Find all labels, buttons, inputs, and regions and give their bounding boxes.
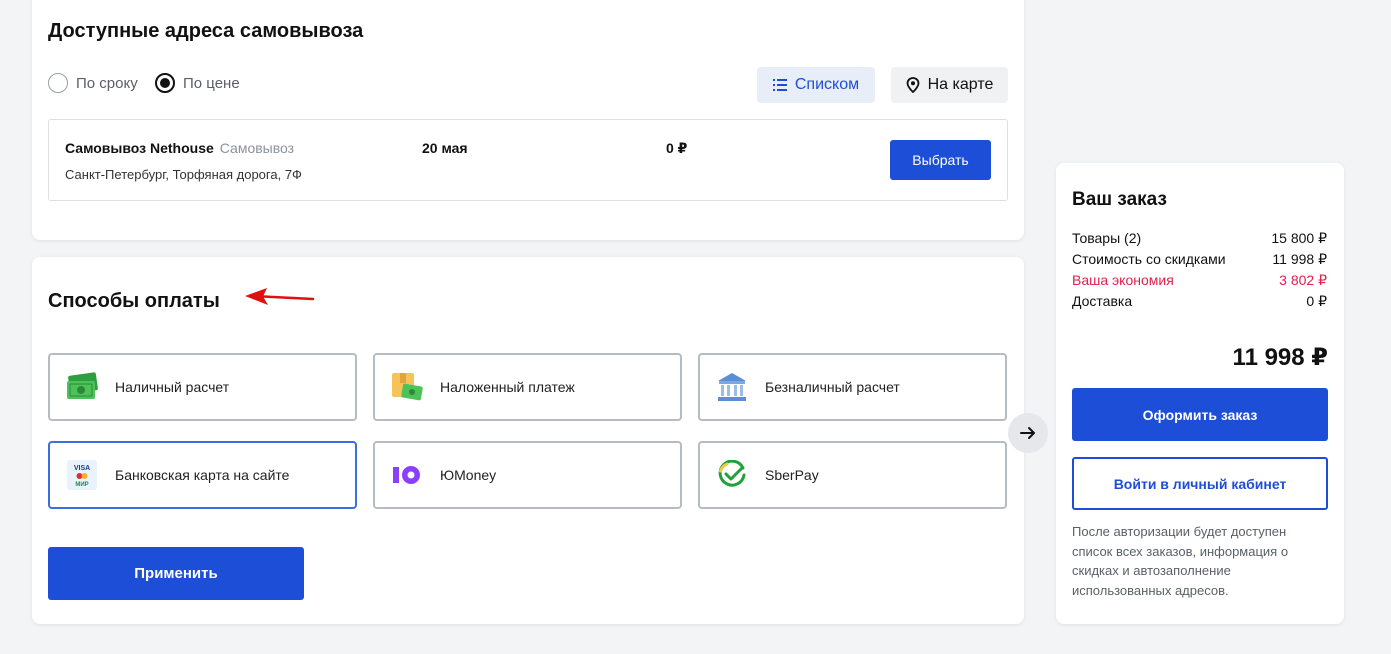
login-note: После авторизации будет доступен список … — [1072, 524, 1289, 598]
bank-icon — [715, 370, 749, 404]
payment-option-label: Безналичный расчет — [765, 379, 900, 395]
summary-value: 0 ₽ — [1306, 293, 1327, 309]
pickup-title: Доступные адреса самовывоза — [48, 20, 364, 42]
payment-option-sberpay[interactable]: SberPay — [698, 441, 1007, 509]
pickup-point-address: Санкт-Петербург, Торфяная дорога, 7Ф — [65, 167, 302, 182]
sort-by-term-label: По сроку — [76, 74, 138, 92]
payment-option-cod[interactable]: Наложенный платеж — [373, 353, 682, 421]
view-list-label: Списком — [794, 76, 860, 93]
radio-circle — [48, 73, 68, 93]
summary-label: Доставка — [1072, 293, 1133, 309]
login-button[interactable]: Войти в личный кабинет — [1072, 457, 1328, 510]
order-total: 11 998 ₽ — [1232, 344, 1328, 371]
summary-label: Товары (2) — [1072, 230, 1142, 246]
pickup-point-price: 0 ₽ — [666, 140, 688, 156]
summary-row-items: Товары (2) 15 800 ₽ — [1072, 230, 1327, 247]
map-pin-icon — [906, 77, 920, 93]
payment-section: Способы оплаты Наличный расчет Наложенны… — [32, 257, 1024, 624]
next-arrow-button[interactable] — [1008, 413, 1048, 453]
sort-by-term-radio[interactable]: По сроку — [48, 73, 138, 93]
view-list-button[interactable]: Списком — [757, 67, 875, 103]
pickup-point-date: 20 мая — [422, 140, 468, 156]
checkout-button[interactable]: Оформить заказ — [1072, 388, 1328, 441]
summary-row-savings: Ваша экономия 3 802 ₽ — [1072, 272, 1327, 289]
payment-option-label: SberPay — [765, 467, 819, 483]
view-map-button[interactable]: На карте — [891, 67, 1008, 103]
pickup-point-name-text: Самовывоз Nethouse — [65, 140, 214, 156]
bank-card-icon: VISA МИР — [65, 458, 99, 492]
order-summary: Ваш заказ Товары (2) 15 800 ₽ Стоимость … — [1056, 163, 1344, 624]
pickup-point-name: Самовывоз Nethouse Самовывоз — [65, 140, 294, 156]
payment-option-bank-transfer[interactable]: Безналичный расчет — [698, 353, 1007, 421]
pickup-point-row: Самовывоз Nethouse Самовывоз 20 мая 0 ₽ С… — [48, 119, 1008, 201]
payment-option-label: Банковская карта на сайте — [115, 467, 290, 483]
apply-payment-button[interactable]: Применить — [48, 547, 304, 600]
svg-text:VISA: VISA — [74, 465, 90, 472]
summary-label: Ваша экономия — [1072, 272, 1174, 288]
radio-circle-checked — [155, 73, 175, 93]
sberpay-icon — [715, 458, 749, 492]
cod-parcel-icon — [390, 370, 424, 404]
summary-value: 3 802 ₽ — [1279, 272, 1327, 288]
payment-option-bank-card[interactable]: VISA МИР Банковская карта на сайте — [48, 441, 357, 509]
annotation-arrow-icon — [245, 288, 315, 305]
payment-option-label: Наличный расчет — [115, 379, 230, 395]
yoomoney-icon — [390, 458, 424, 492]
payment-option-yoomoney[interactable]: ЮMoney — [373, 441, 682, 509]
list-icon — [772, 79, 787, 91]
pickup-section: Доступные адреса самовывоза По сроку По … — [32, 0, 1024, 240]
arrow-right-icon — [1020, 427, 1035, 439]
summary-label: Стоимость со скидками — [1072, 251, 1226, 267]
view-map-label: На карте — [927, 76, 994, 93]
pickup-point-type: Самовывоз — [219, 140, 295, 156]
summary-row-discounted: Стоимость со скидками 11 998 ₽ — [1072, 251, 1327, 268]
payment-title: Способы оплаты — [48, 290, 220, 312]
payment-option-cash[interactable]: Наличный расчет — [48, 353, 357, 421]
sort-by-price-label: По цене — [183, 74, 240, 92]
summary-value: 11 998 ₽ — [1272, 251, 1327, 267]
select-pickup-button[interactable]: Выбрать — [890, 140, 991, 180]
svg-text:МИР: МИР — [75, 482, 88, 488]
payment-option-label: Наложенный платеж — [440, 379, 575, 395]
summary-value: 15 800 ₽ — [1271, 230, 1327, 246]
order-title: Ваш заказ — [1072, 189, 1167, 210]
summary-row-delivery: Доставка 0 ₽ — [1072, 293, 1327, 310]
sort-by-price-radio[interactable]: По цене — [155, 73, 240, 93]
payment-option-label: ЮMoney — [440, 467, 497, 483]
cash-icon — [65, 370, 99, 404]
